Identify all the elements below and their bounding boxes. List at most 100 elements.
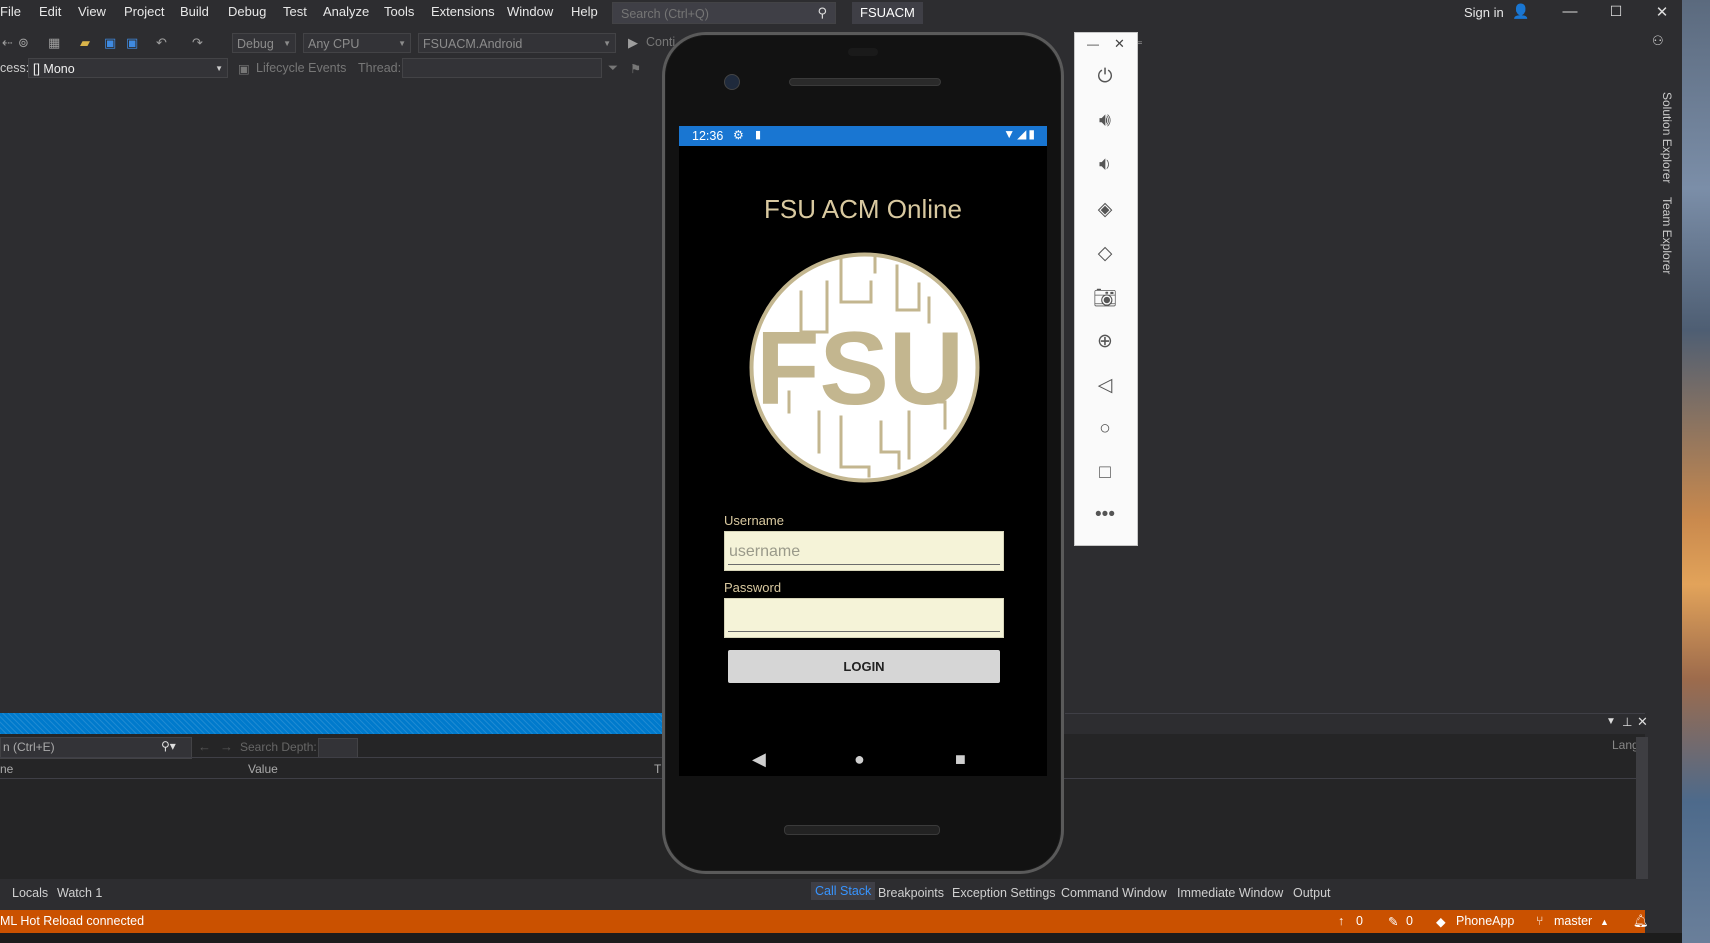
vertical-scrollbar[interactable] [1636, 737, 1648, 879]
solution-platform-select[interactable]: Any CPU ▼ [303, 33, 411, 53]
menu-tools[interactable]: Tools [384, 4, 414, 19]
menu-test[interactable]: Test [283, 4, 307, 19]
login-button[interactable]: LOGIN [728, 650, 1000, 683]
thread-select[interactable] [402, 58, 602, 78]
open-file-icon[interactable]: ▰ [80, 35, 90, 51]
branch-name[interactable]: master [1554, 914, 1592, 928]
lifecycle-events-icon[interactable]: ▣ [238, 61, 250, 76]
unpushed-count[interactable]: 0 [1356, 914, 1363, 928]
live-share-icon[interactable]: ⚇ [1652, 33, 1664, 49]
nav-home-icon[interactable]: ● [854, 749, 865, 770]
emulator-minimize-icon[interactable]: — [1087, 37, 1099, 51]
solution-config-select[interactable]: Debug ▼ [232, 33, 296, 53]
password-input[interactable] [728, 607, 1000, 632]
nav-back-icon[interactable]: ◀ [752, 749, 766, 770]
more-icon[interactable]: ••• [1092, 504, 1118, 526]
flag-icon[interactable]: ⚑ [630, 61, 641, 76]
search-depth-select[interactable] [318, 738, 358, 758]
startup-project-select[interactable]: FSUACM.Android ▼ [418, 33, 616, 53]
pin-icon[interactable]: ⊥ [1622, 715, 1632, 729]
menu-help[interactable]: Help [571, 4, 598, 19]
rotate-left-icon[interactable]: ◈ [1092, 198, 1118, 221]
save-icon[interactable]: ▣ [104, 35, 116, 51]
screenshot-icon[interactable]: 📷︎ [1092, 286, 1118, 310]
password-field[interactable] [724, 598, 1004, 638]
search-icon[interactable]: ⚲▾ [161, 739, 176, 753]
tool-window-title-bar[interactable] [0, 713, 663, 734]
volume-down-icon[interactable]: 🔉︎ [1092, 154, 1118, 176]
username-input[interactable] [728, 540, 1000, 565]
repo-name[interactable]: PhoneApp [1456, 914, 1514, 928]
chevron-up-icon[interactable]: ▲ [1600, 917, 1609, 927]
column-name[interactable]: ne [0, 762, 13, 776]
continue-label[interactable]: Conti [646, 35, 675, 49]
forward-arrow-icon[interactable]: → [220, 739, 233, 754]
tab-call-stack[interactable]: Call Stack [811, 882, 876, 900]
menu-analyze[interactable]: Analyze [323, 4, 369, 19]
zoom-icon[interactable]: ⊕ [1092, 330, 1118, 353]
solution-explorer-tab[interactable]: Solution Explorer [1660, 92, 1674, 183]
close-icon[interactable]: ✕ [1652, 3, 1672, 21]
save-all-icon[interactable]: ▣ [126, 35, 138, 51]
rotate-right-icon[interactable]: ◇ [1092, 242, 1118, 265]
tab-immediate-window[interactable]: Immediate Window [1177, 886, 1283, 900]
sign-in-link[interactable]: Sign in [1464, 5, 1504, 20]
tab-watch-1[interactable]: Watch 1 [57, 886, 102, 900]
column-value[interactable]: Value [248, 762, 278, 776]
back-icon[interactable]: ◁ [1092, 374, 1118, 397]
tab-locals[interactable]: Locals [12, 886, 48, 900]
tab-output[interactable]: Output [1293, 886, 1331, 900]
nav-overview-icon[interactable]: ■ [955, 749, 966, 770]
solution-name-badge: FSUACM [852, 2, 923, 24]
branch-icon[interactable]: ⑂ [1536, 914, 1544, 928]
minimize-icon[interactable]: — [1560, 3, 1580, 20]
menu-project[interactable]: Project [124, 4, 164, 19]
username-field[interactable] [724, 531, 1004, 571]
quick-search-input[interactable] [619, 5, 803, 23]
logo-text: FSU [756, 311, 964, 427]
close-icon[interactable]: ✕ [1637, 714, 1648, 730]
maximize-icon[interactable]: ☐ [1606, 3, 1626, 20]
process-select[interactable]: [] Mono ▼ [28, 58, 228, 78]
locals-search-box[interactable]: n (Ctrl+E) ⚲▾ [0, 737, 192, 759]
search-icon[interactable]: ⚲ [817, 5, 827, 21]
repo-icon[interactable]: ◆ [1436, 914, 1446, 929]
menu-build[interactable]: Build [180, 4, 209, 19]
volume-up-icon[interactable]: 🔊︎ [1092, 110, 1118, 132]
changes-count[interactable]: 0 [1406, 914, 1413, 928]
column-language[interactable]: Lang [1612, 738, 1639, 752]
account-icon[interactable]: 👤 [1512, 3, 1529, 20]
undo-icon[interactable]: ↶ [156, 35, 167, 51]
redo-icon[interactable]: ↷ [192, 35, 203, 51]
logo-letters: FSU [756, 311, 964, 427]
quick-search-box[interactable]: ⚲ [612, 2, 836, 24]
arrow-up-icon[interactable]: ↑ [1338, 914, 1344, 928]
tab-command-window[interactable]: Command Window [1061, 886, 1167, 900]
search-depth-label: Search Depth: [240, 740, 317, 754]
column-type[interactable]: T [654, 762, 661, 776]
menu-window[interactable]: Window [507, 4, 553, 19]
overview-icon[interactable]: □ [1092, 462, 1118, 484]
back-arrow-icon[interactable]: ← [198, 739, 211, 754]
lifecycle-events-button[interactable]: Lifecycle Events [256, 61, 346, 75]
emulator-close-icon[interactable]: ✕ [1114, 36, 1125, 52]
menu-extensions[interactable]: Extensions [431, 4, 495, 19]
continue-icon[interactable]: ▶ [628, 35, 638, 51]
pencil-icon[interactable]: ✎ [1388, 914, 1398, 929]
power-icon[interactable]: ⏻ [1092, 66, 1118, 88]
process-label: cess: [0, 61, 30, 75]
menu-file[interactable]: File [0, 4, 21, 19]
menu-edit[interactable]: Edit [39, 4, 61, 19]
new-project-icon[interactable]: ▦ [48, 35, 60, 51]
home-icon[interactable]: ○ [1092, 418, 1118, 440]
tab-exception-settings[interactable]: Exception Settings [952, 886, 1056, 900]
tab-breakpoints[interactable]: Breakpoints [878, 886, 944, 900]
navigate-forward-icon[interactable]: ⊚ [18, 35, 29, 51]
dropdown-icon[interactable]: ▼ [1606, 716, 1616, 727]
filter-icon[interactable]: ⏷ [608, 61, 618, 76]
team-explorer-tab[interactable]: Team Explorer [1660, 197, 1674, 274]
notifications-icon[interactable]: 🔔︎ [1633, 914, 1649, 929]
menu-debug[interactable]: Debug [228, 4, 266, 19]
menu-view[interactable]: View [78, 4, 106, 19]
navigate-back-icon[interactable]: ⇠ [2, 35, 13, 51]
